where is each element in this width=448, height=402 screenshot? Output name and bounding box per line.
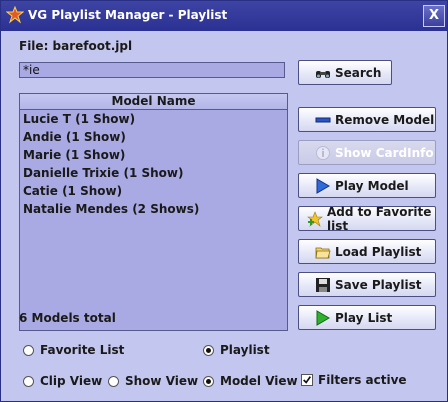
- search-button-label: Search: [335, 65, 382, 80]
- filters-active-checkbox[interactable]: Filters active: [301, 373, 407, 387]
- play-list-button[interactable]: Play List: [298, 305, 436, 330]
- radio-clip-view-label: Clip View: [40, 374, 103, 388]
- play-model-label: Play Model: [335, 178, 409, 193]
- remove-model-button[interactable]: Remove Model: [298, 107, 436, 132]
- radio-model-view[interactable]: Model View: [203, 374, 298, 388]
- save-playlist-label: Save Playlist: [335, 277, 422, 292]
- radio-show-view[interactable]: Show View: [108, 374, 198, 388]
- playlist-window: VG Playlist Manager - Playlist X File: b…: [0, 0, 448, 402]
- app-icon: [6, 6, 24, 24]
- radio-playlist-label: Playlist: [220, 343, 270, 357]
- show-cardinfo-button[interactable]: Show CardInfo: [298, 140, 436, 165]
- search-input[interactable]: [19, 62, 285, 78]
- search-button[interactable]: Search: [298, 60, 392, 85]
- radio-show-view-label: Show View: [125, 374, 199, 388]
- save-playlist-button[interactable]: Save Playlist: [298, 272, 436, 297]
- radio-favorite-label: Favorite List: [40, 343, 125, 357]
- load-playlist-button[interactable]: Load Playlist: [298, 239, 436, 264]
- models-total-label: 6 Models total: [19, 311, 116, 325]
- list-item[interactable]: Marie (1 Show): [20, 146, 287, 164]
- list-item[interactable]: Danielle Trixie (1 Show): [20, 164, 287, 182]
- radio-show-view-dot[interactable]: [108, 375, 119, 387]
- show-cardinfo-label: Show CardInfo: [335, 145, 434, 160]
- add-favorite-icon: [307, 210, 323, 227]
- radio-clip-view-dot[interactable]: [23, 375, 34, 387]
- main-panel: File: barefoot.jpl Search Model Name Luc…: [1, 31, 447, 401]
- window-title: VG Playlist Manager - Playlist: [28, 8, 228, 22]
- cardinfo-icon: [316, 145, 330, 160]
- model-list[interactable]: Model Name Lucie T (1 Show) Andie (1 Sho…: [19, 93, 288, 331]
- list-item[interactable]: Lucie T (1 Show): [20, 110, 287, 128]
- filters-active-label: Filters active: [318, 373, 407, 387]
- radio-favorite-list[interactable]: Favorite List: [23, 343, 124, 357]
- list-item[interactable]: Andie (1 Show): [20, 128, 287, 146]
- list-item[interactable]: Natalie Mendes (2 Shows): [20, 200, 287, 218]
- radio-model-view-dot[interactable]: [203, 375, 214, 387]
- play-list-label: Play List: [335, 310, 393, 325]
- load-playlist-label: Load Playlist: [335, 244, 422, 259]
- add-favorite-button[interactable]: Add to Favorite list: [298, 204, 436, 233]
- checkmark-icon: [303, 376, 312, 384]
- radio-model-view-label: Model View: [220, 374, 298, 388]
- filters-checkbox-box[interactable]: [301, 374, 313, 386]
- play-green-icon: [316, 309, 330, 326]
- floppy-save-icon: [316, 277, 330, 292]
- play-model-button[interactable]: Play Model: [298, 173, 436, 198]
- file-label: File: barefoot.jpl: [19, 39, 133, 53]
- binoculars-icon: [316, 70, 330, 78]
- list-header-model-name[interactable]: Model Name: [20, 94, 287, 110]
- folder-open-icon: [315, 247, 331, 258]
- close-button[interactable]: X: [423, 5, 445, 27]
- list-item[interactable]: Catie (1 Show): [20, 182, 287, 200]
- radio-clip-view[interactable]: Clip View: [23, 374, 102, 388]
- add-favorite-label: Add to Favorite list: [327, 204, 432, 233]
- play-icon: [316, 177, 330, 194]
- remove-model-label: Remove Model: [335, 112, 435, 127]
- radio-playlist[interactable]: Playlist: [203, 343, 270, 357]
- radio-favorite-dot[interactable]: [23, 344, 34, 356]
- radio-playlist-dot[interactable]: [203, 344, 214, 356]
- remove-icon: [315, 117, 331, 122]
- title-bar[interactable]: VG Playlist Manager - Playlist X: [1, 1, 447, 31]
